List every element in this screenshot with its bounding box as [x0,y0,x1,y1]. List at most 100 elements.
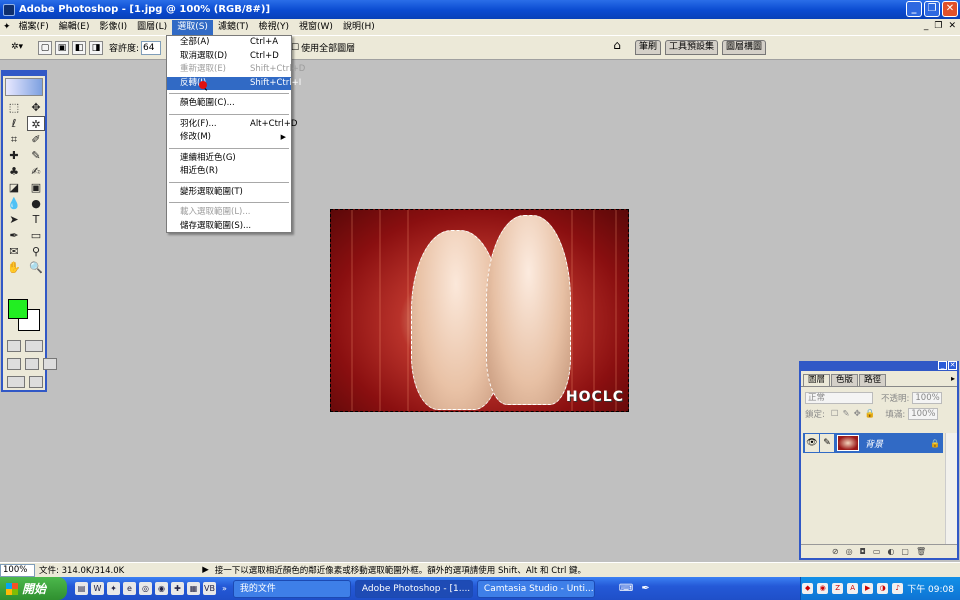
type-icon[interactable]: T [27,212,45,227]
zoom-icon[interactable]: 🔍 [27,260,45,275]
new-group-icon[interactable]: ▭ [873,547,881,556]
palette-tab-brushes[interactable]: 筆刷 [635,39,662,55]
tool-icon[interactable]: ✦ [107,582,120,595]
tab-layers[interactable]: 圖層 [803,374,831,386]
close-button[interactable]: ✕ [942,1,958,17]
select-menu-item[interactable]: 修改(M) ▶ [167,131,291,145]
path-select-icon[interactable]: ➤ [5,212,23,227]
tab-paths[interactable]: 路徑 [859,374,887,386]
firefox-icon[interactable]: ◉ [155,582,168,595]
layer-row-background[interactable]: 👁 ✎ 背景 🔒 [803,433,943,453]
full-screen-icon[interactable] [43,358,57,370]
task-photoshop[interactable]: Adobe Photoshop - [1.... [354,579,473,598]
select-menu-item[interactable]: 取消選取(D) Ctrl+D [167,50,291,64]
menu-view[interactable]: 檢視(Y) [253,20,294,35]
jump-to-imageready-icon[interactable] [7,376,25,388]
palette-tab-layer-comps[interactable]: 圖層構圖 [722,39,767,55]
layers-scrollbar[interactable] [945,433,957,545]
select-menu-item[interactable]: 儲存選取範圍(S)... [167,220,291,234]
tray-icon-2[interactable]: ◉ [817,583,829,594]
eraser-icon[interactable]: ◪ [5,180,23,195]
menu-help[interactable]: 說明(H) [338,20,380,35]
task-camtasia[interactable]: Camtasia Studio - Unti... [476,579,595,598]
keyboard-icon[interactable]: ⌨ [619,583,633,594]
adobe-online-logo[interactable] [5,78,43,96]
full-screen-menu-icon[interactable] [25,358,39,370]
image-canvas[interactable]: HOCLC [330,209,629,412]
photoshop-menu-icon[interactable]: ✦ [0,20,14,35]
standard-mode-icon[interactable] [7,340,21,352]
tray-icon-3[interactable]: Z [832,583,844,594]
lock-icons[interactable]: ☐✎✥🔒 [831,409,879,419]
shape-icon[interactable]: ▭ [27,228,45,243]
blend-mode-select[interactable]: 正常 [805,392,873,404]
menu-filter[interactable]: 濾鏡(T) [213,20,254,35]
blur-icon[interactable]: 💧 [5,196,23,211]
hand-icon[interactable]: ✋ [5,260,23,275]
select-menu-item[interactable]: 全部(A) Ctrl+A [167,36,291,50]
brush-icon[interactable]: ✎ [27,148,45,163]
menu-image[interactable]: 影像(I) [94,20,132,35]
tab-channels[interactable]: 色版 [831,374,859,386]
vb-icon[interactable]: VB [203,582,216,595]
eyedropper-icon[interactable]: ⚲ [27,244,45,259]
new-layer-icon[interactable]: ▢ [901,547,909,556]
delete-layer-icon[interactable]: 🗑 [916,547,926,556]
intersect-selection-icon[interactable]: ◨ [89,40,103,55]
menu-layer[interactable]: 圖層(L) [132,20,172,35]
menu-window[interactable]: 視窗(W) [294,20,338,35]
tray-icon-4[interactable]: A [847,583,859,594]
lasso-icon[interactable]: ℓ [5,116,23,131]
palette-tab-tool-presets[interactable]: 工具預設集 [665,39,719,55]
stamp-icon[interactable]: ♣ [5,164,23,179]
add-selection-icon[interactable]: ▣ [55,40,69,55]
notes-icon[interactable]: ✉ [5,244,23,259]
quick-mask-icon[interactable] [25,340,43,352]
panel-menu-icon[interactable]: ▸ [951,374,955,386]
tray-icon-1[interactable]: ◆ [802,583,814,594]
tray-icon-5[interactable]: ▶ [862,583,874,594]
menu-edit[interactable]: 編輯(E) [54,20,95,35]
word-icon[interactable]: W [91,582,104,595]
doc-close-button[interactable]: ✕ [948,21,956,31]
select-menu-item[interactable]: 顏色範圍(C)... [167,97,291,111]
eye-icon[interactable]: 👁 [805,434,819,452]
adjustment-layer-icon[interactable]: ◐ [887,547,894,556]
healing-brush-icon[interactable]: ✚ [5,148,23,163]
layer-style-icon[interactable]: ◎ [846,547,853,556]
marquee-icon[interactable]: ⬚ [5,100,23,115]
pen-input-icon[interactable]: ✒ [641,583,649,594]
doc-restore-button[interactable]: ❐ [934,21,942,31]
select-menu-item[interactable]: 變形選取範圍(T) [167,186,291,200]
layer-mask-icon[interactable]: ◘ [860,547,866,556]
doc-minimize-button[interactable]: _ [924,21,929,31]
imageready-icon[interactable] [29,376,43,388]
select-menu-item[interactable]: 連續相近色(G) [167,152,291,166]
minimize-button[interactable]: _ [906,1,922,17]
link-layers-icon[interactable]: ⊘ [832,547,839,556]
menu-select[interactable]: 選取(S) [172,19,213,35]
move-icon[interactable]: ✥ [27,100,45,115]
select-menu-item[interactable]: 反轉(I) Shift+Ctrl+I [167,76,301,90]
fill-input[interactable]: 100% [908,408,939,420]
clock[interactable]: 下午 09:08 [907,582,954,595]
history-brush-icon[interactable]: ✍ [27,164,45,179]
dodge-icon[interactable]: ● [27,196,45,211]
ie-icon[interactable]: e [123,582,136,595]
foreground-color-swatch[interactable] [8,299,28,319]
standard-screen-icon[interactable] [7,358,21,370]
status-hint-arrow-icon[interactable]: ▶ [202,565,209,575]
zoom-field[interactable]: 100% [0,563,35,577]
fish-icon[interactable]: ✚ [171,582,184,595]
crop-icon[interactable]: ⌗ [5,132,23,147]
start-button[interactable]: 開始 [0,577,67,600]
select-menu-item[interactable]: 羽化(F)... Alt+Ctrl+D [167,118,297,132]
task-my-documents[interactable]: 我的文件 [232,579,351,598]
flash-icon[interactable]: ▦ [187,582,200,595]
use-all-layers-checkbox[interactable]: ☐ [291,43,299,53]
panel-close-icon[interactable]: ✕ [948,361,957,370]
magic-wand-preset-icon[interactable]: ✲▾ [10,41,24,55]
brush-link-icon[interactable]: ✎ [820,434,834,452]
magic-wand-icon[interactable]: ✲ [27,116,45,131]
swirl-icon[interactable]: ◎ [139,582,152,595]
